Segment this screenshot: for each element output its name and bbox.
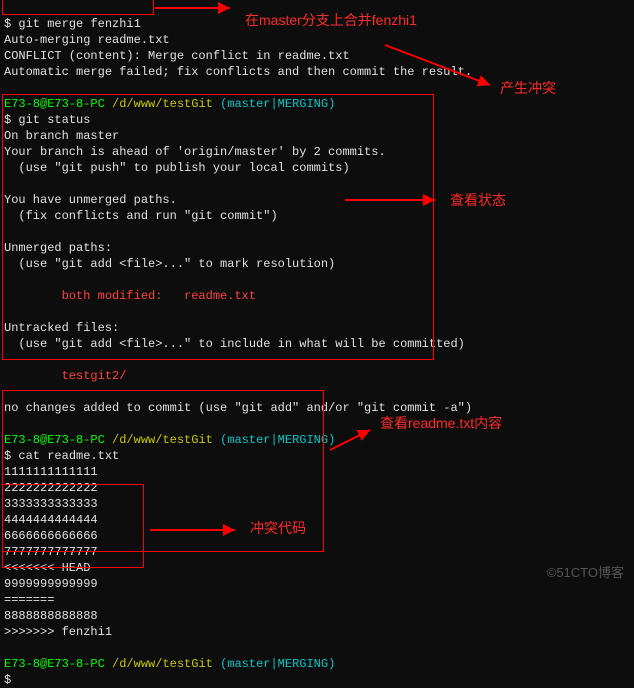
line-push-hint: (use "git push" to publish your local co… <box>4 161 350 175</box>
ps1-path: /d/www/testGit <box>112 433 220 447</box>
cmd-status: git status <box>18 113 90 127</box>
conflict-tail: >>>>>>> fenzhi1 <box>4 625 112 639</box>
file-line: 3333333333333 <box>4 497 98 511</box>
line-nochanges: no changes added to commit (use "git add… <box>4 401 472 415</box>
ps1-branch: (master|MERGING) <box>220 97 335 111</box>
conflict-head: <<<<<<< HEAD <box>4 561 90 575</box>
watermark-text: ©51CTO博客 <box>547 565 624 581</box>
line-onbranch: On branch master <box>4 129 119 143</box>
cmd-cat: cat readme.txt <box>18 449 119 463</box>
line-mergefail: Automatic merge failed; fix conflicts an… <box>4 65 472 79</box>
prompt-symbol: $ <box>4 113 18 127</box>
prompt-symbol: $ <box>4 673 18 687</box>
file-line: 6666666666666 <box>4 529 98 543</box>
line-add-hint: (use "git add <file>..." to mark resolut… <box>4 257 335 271</box>
ps1-branch: (master|MERGING) <box>220 657 335 671</box>
ps1-branch: (master|MERGING) <box>220 433 335 447</box>
conflict-sep: ======= <box>4 593 54 607</box>
prompt-symbol: $ <box>4 449 18 463</box>
ps1-user: E73-8@E73-8-PC <box>4 657 112 671</box>
line-testgit2: testgit2/ <box>4 369 126 383</box>
file-line: 8888888888888 <box>4 609 98 623</box>
file-line: 1111111111111 <box>4 465 98 479</box>
file-line: 7777777777777 <box>4 545 98 559</box>
ps1-user: E73-8@E73-8-PC <box>4 97 112 111</box>
line-conflict: CONFLICT (content): Merge conflict in re… <box>4 49 350 63</box>
cmd-merge: git merge fenzhi1 <box>18 17 140 31</box>
line-add-include-hint: (use "git add <file>..." to include in w… <box>4 337 465 351</box>
ps1-path: /d/www/testGit <box>112 97 220 111</box>
ps1-path: /d/www/testGit <box>112 657 220 671</box>
line-fix-hint: (fix conflicts and run "git commit") <box>4 209 278 223</box>
prompt-symbol: $ <box>4 17 18 31</box>
line-ahead: Your branch is ahead of 'origin/master' … <box>4 145 386 159</box>
line-untracked: Untracked files: <box>4 321 119 335</box>
terminal-output: $ git merge fenzhi1 Auto-merging readme.… <box>0 0 634 688</box>
ps1-user: E73-8@E73-8-PC <box>4 433 112 447</box>
line-both-modified: both modified: readme.txt <box>4 289 256 303</box>
line-automerge: Auto-merging readme.txt <box>4 33 170 47</box>
line-unmerged-paths: Unmerged paths: <box>4 241 112 255</box>
file-line: 4444444444444 <box>4 513 98 527</box>
line-unmerged: You have unmerged paths. <box>4 193 177 207</box>
file-line: 2222222222222 <box>4 481 98 495</box>
